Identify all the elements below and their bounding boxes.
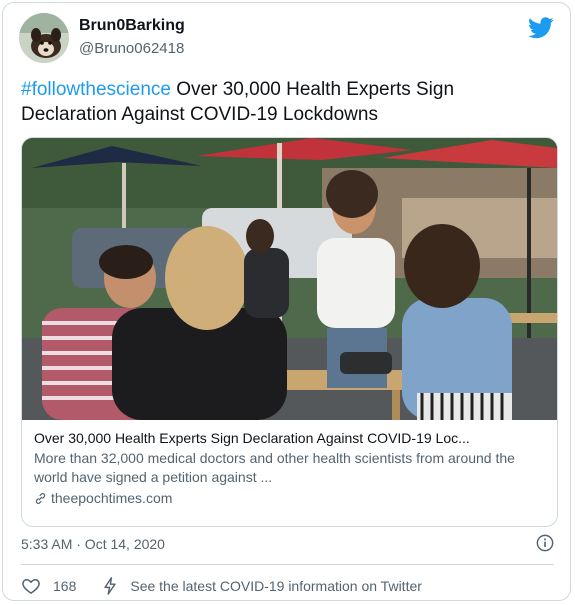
card-image[interactable] (22, 138, 557, 420)
hashtag-link[interactable]: #followthescience (21, 79, 171, 100)
card-title[interactable]: Over 30,000 Health Experts Sign Declarat… (34, 429, 545, 448)
link-icon (35, 493, 46, 504)
info-icon[interactable] (536, 534, 554, 552)
tweet-text: #followthescience Over 30,000 Health Exp… (21, 77, 551, 127)
tweet-card[interactable]: Brun0Barking @Bruno062418 #followthescie… (2, 2, 571, 601)
card-domain-text[interactable]: theepochtimes.com (51, 489, 172, 508)
card-body: Over 30,000 Health Experts Sign Declarat… (22, 420, 557, 508)
twitter-bird-icon[interactable] (528, 17, 554, 39)
lightning-bolt-icon (104, 577, 117, 595)
footer-divider (21, 564, 554, 565)
tweet-timestamp[interactable]: 5:33 AM · Oct 14, 2020 (21, 536, 165, 552)
like-count[interactable]: 168 (53, 578, 76, 594)
card-description: More than 32,000 medical doctors and oth… (34, 450, 515, 485)
card-domain[interactable]: theepochtimes.com (34, 489, 545, 508)
heart-icon[interactable] (21, 576, 41, 596)
avatar[interactable] (19, 13, 69, 63)
user-handle[interactable]: @Bruno062418 (79, 40, 184, 57)
covid-info-link[interactable]: See the latest COVID-19 information on T… (130, 578, 422, 594)
dog-avatar-image (19, 13, 69, 63)
link-preview-card[interactable]: Over 30,000 Health Experts Sign Declarat… (21, 137, 558, 527)
display-name[interactable]: Brun0Barking (79, 17, 185, 35)
tweet-actions: 168 See the latest COVID-19 information … (21, 576, 422, 596)
